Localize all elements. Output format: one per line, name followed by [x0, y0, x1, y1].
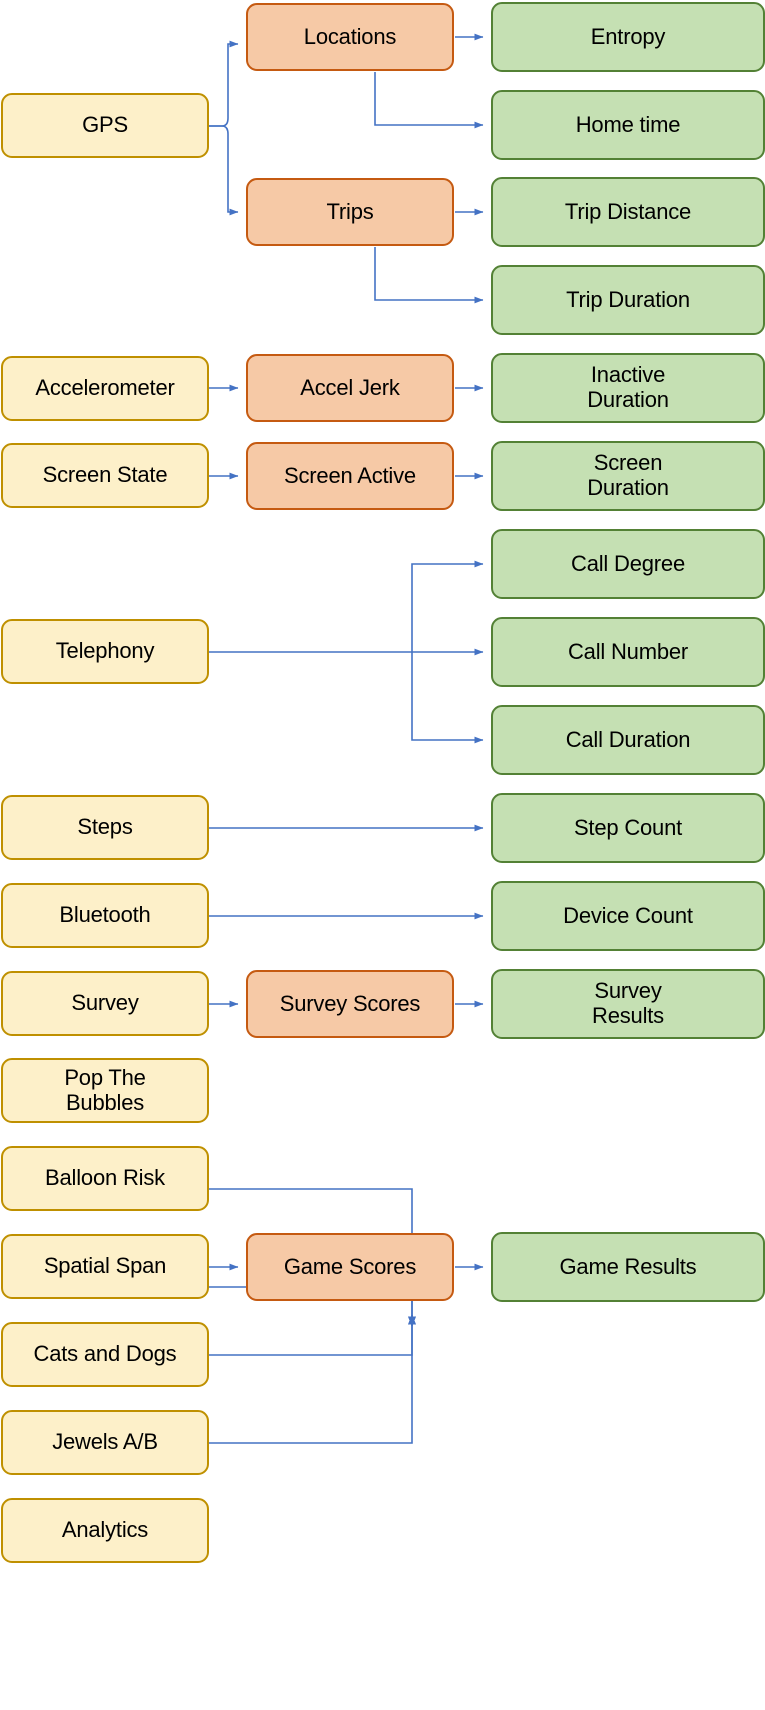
- node-cats_and_dogs[interactable]: Cats and Dogs: [1, 1322, 209, 1387]
- node-jewels_ab[interactable]: Jewels A/B: [1, 1410, 209, 1475]
- node-label-pop_bubbles: Pop The Bubbles: [64, 1064, 146, 1115]
- node-entropy[interactable]: Entropy: [491, 2, 765, 72]
- node-label-trips: Trips: [326, 198, 374, 224]
- node-survey_scores[interactable]: Survey Scores: [246, 970, 454, 1038]
- node-label-inactive_duration: Inactive Duration: [587, 362, 669, 412]
- node-label-home_time: Home time: [575, 111, 681, 137]
- node-home_time[interactable]: Home time: [491, 90, 765, 160]
- node-label-step_count: Step Count: [573, 814, 683, 840]
- node-label-spatial_span: Spatial Span: [43, 1253, 167, 1279]
- edge-jewels_ab-to-game_scores: [209, 1314, 416, 1444]
- node-label-accelerometer: Accelerometer: [35, 375, 175, 401]
- node-label-bluetooth: Bluetooth: [59, 902, 151, 928]
- node-locations[interactable]: Locations: [246, 3, 454, 71]
- edge-telephony-to-call_duration: [411, 652, 484, 744]
- node-label-analytics: Analytics: [61, 1517, 149, 1543]
- node-call_number[interactable]: Call Number: [491, 617, 765, 687]
- node-label-locations: Locations: [303, 23, 397, 49]
- node-label-call_number: Call Number: [567, 638, 689, 664]
- node-game_results[interactable]: Game Results: [491, 1232, 765, 1302]
- node-screen_state[interactable]: Screen State: [1, 443, 209, 508]
- edge-gps-to-trips: [209, 125, 239, 216]
- edge-cats_and_dogs-to-game_scores: [209, 1314, 416, 1356]
- node-spatial_span[interactable]: Spatial Span: [1, 1234, 209, 1299]
- node-label-game_scores: Game Scores: [283, 1253, 417, 1279]
- node-game_scores[interactable]: Game Scores: [246, 1233, 454, 1301]
- node-gps[interactable]: GPS: [1, 93, 209, 158]
- node-label-survey_scores: Survey Scores: [279, 990, 421, 1016]
- node-label-trip_duration: Trip Duration: [566, 286, 690, 312]
- node-screen_duration[interactable]: Screen Duration: [491, 441, 765, 511]
- node-step_count[interactable]: Step Count: [491, 793, 765, 863]
- node-accelerometer[interactable]: Accelerometer: [1, 356, 209, 421]
- node-accel_jerk[interactable]: Accel Jerk: [246, 354, 454, 422]
- node-call_degree[interactable]: Call Degree: [491, 529, 765, 599]
- node-bluetooth[interactable]: Bluetooth: [1, 883, 209, 948]
- node-balloon_risk[interactable]: Balloon Risk: [1, 1146, 209, 1211]
- node-label-call_degree: Call Degree: [571, 550, 685, 576]
- flow-diagram-canvas: GPS Accelerometer Screen State Telephony Ste…: [0, 0, 765, 1710]
- node-label-entropy: Entropy: [590, 23, 666, 49]
- node-steps[interactable]: Steps: [1, 795, 209, 860]
- node-call_duration[interactable]: Call Duration: [491, 705, 765, 775]
- node-label-survey_results: Survey Results: [592, 978, 664, 1028]
- node-trip_distance[interactable]: Trip Distance: [491, 177, 765, 247]
- node-trip_duration[interactable]: Trip Duration: [491, 265, 765, 335]
- node-telephony[interactable]: Telephony: [1, 619, 209, 684]
- node-label-device_count: Device Count: [563, 902, 693, 928]
- node-survey[interactable]: Survey: [1, 971, 209, 1036]
- node-pop_bubbles[interactable]: Pop The Bubbles: [1, 1058, 209, 1123]
- edge-trips-to-trip_duration: [374, 247, 484, 304]
- node-label-cats_and_dogs: Cats and Dogs: [33, 1341, 177, 1367]
- node-analytics[interactable]: Analytics: [1, 1498, 209, 1563]
- edge-locations-to-home_time: [374, 72, 484, 129]
- edge-gps-to-locations: [209, 40, 239, 127]
- node-label-telephony: Telephony: [55, 638, 155, 664]
- node-label-game_results: Game Results: [559, 1253, 697, 1279]
- node-label-call_duration: Call Duration: [565, 726, 691, 752]
- node-device_count[interactable]: Device Count: [491, 881, 765, 951]
- node-trips[interactable]: Trips: [246, 178, 454, 246]
- node-label-gps: GPS: [82, 112, 128, 138]
- node-survey_results[interactable]: Survey Results: [491, 969, 765, 1039]
- node-label-trip_distance: Trip Distance: [564, 198, 692, 224]
- node-screen_active[interactable]: Screen Active: [246, 442, 454, 510]
- edge-telephony-to-call_degree: [411, 560, 484, 652]
- node-label-balloon_risk: Balloon Risk: [45, 1165, 165, 1191]
- node-label-screen_duration: Screen Duration: [587, 450, 669, 500]
- node-label-accel_jerk: Accel Jerk: [300, 374, 400, 400]
- node-label-survey: Survey: [71, 990, 139, 1016]
- node-label-screen_state: Screen State: [42, 462, 168, 488]
- node-label-screen_active: Screen Active: [284, 462, 416, 488]
- node-label-jewels_ab: Jewels A/B: [52, 1429, 158, 1455]
- node-inactive_duration[interactable]: Inactive Duration: [491, 353, 765, 423]
- node-label-steps: Steps: [77, 814, 133, 840]
